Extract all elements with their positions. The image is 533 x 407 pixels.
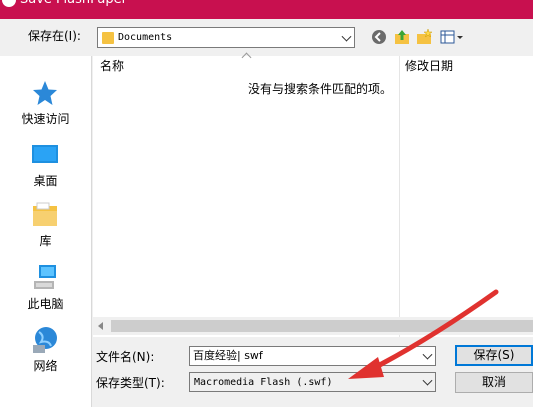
- save-in-label: 保存在(I):: [28, 29, 81, 43]
- sidebar-item-quick-access[interactable]: 快速访问: [0, 79, 91, 135]
- file-list[interactable]: 名称 修改日期 没有与搜索条件匹配的项。: [93, 52, 533, 337]
- empty-message: 没有与搜索条件匹配的项。: [248, 82, 393, 96]
- app-icon: [2, 0, 16, 7]
- save-button[interactable]: 保存(S): [455, 345, 533, 366]
- desktop-icon: [32, 145, 58, 163]
- library-icon: [33, 202, 57, 226]
- up-folder-icon[interactable]: [393, 28, 411, 46]
- horizontal-scrollbar[interactable]: [93, 317, 533, 335]
- computer-icon: [34, 265, 56, 289]
- scroll-thumb[interactable]: [111, 320, 533, 332]
- filename-input[interactable]: 百度经验| swf: [189, 346, 436, 366]
- title-bar: Save FlashPaper: [0, 0, 533, 19]
- filename-value: 百度经验| swf: [193, 349, 263, 362]
- sidebar-item-desktop[interactable]: 桌面: [0, 141, 91, 197]
- sidebar-item-network[interactable]: 网络: [0, 326, 91, 382]
- chevron-down-icon: [422, 349, 433, 360]
- scroll-left-icon[interactable]: [98, 322, 103, 330]
- cancel-button[interactable]: 取消: [455, 372, 533, 393]
- window-title: Save FlashPaper: [20, 0, 127, 8]
- view-menu-icon[interactable]: [440, 28, 466, 46]
- back-icon[interactable]: [370, 28, 388, 46]
- star-icon: [33, 81, 57, 105]
- location-dropdown[interactable]: Documents: [97, 27, 355, 48]
- folder-icon: [102, 32, 114, 44]
- location-value: Documents: [118, 32, 173, 43]
- sidebar-item-label: 此电脑: [27, 297, 64, 311]
- column-header-modified[interactable]: 修改日期: [405, 59, 453, 73]
- filename-label: 文件名(N):: [96, 350, 155, 364]
- filetype-label: 保存类型(T):: [96, 376, 165, 390]
- sidebar-item-label: 快速访问: [21, 112, 70, 126]
- column-divider: [399, 56, 400, 337]
- sidebar-item-label: 网络: [33, 359, 58, 373]
- sidebar-item-this-pc[interactable]: 此电脑: [0, 264, 91, 320]
- sidebar-item-label: 桌面: [33, 174, 58, 188]
- new-folder-icon[interactable]: [415, 28, 433, 46]
- column-header-name[interactable]: 名称: [100, 59, 124, 73]
- network-icon: [33, 327, 57, 353]
- sort-arrow-icon: [241, 52, 252, 63]
- filetype-value: Macromedia Flash (.swf): [194, 377, 333, 388]
- chevron-down-icon: [341, 31, 352, 42]
- places-sidebar: 快速访问 桌面 库 此电脑 网络: [0, 56, 92, 407]
- save-dialog: 保存在(I): Documents 快速访问 桌面 库 此电脑 网络 名称 修改…: [0, 19, 533, 407]
- chevron-down-icon: [422, 375, 433, 386]
- sidebar-item-label: 库: [39, 234, 52, 248]
- sidebar-item-library[interactable]: 库: [0, 201, 91, 257]
- filetype-dropdown[interactable]: Macromedia Flash (.swf): [189, 372, 436, 392]
